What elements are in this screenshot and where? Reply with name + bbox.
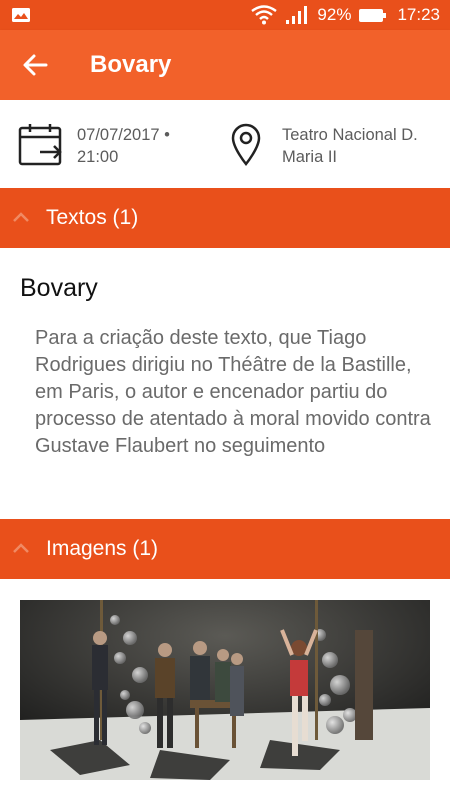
event-time-line: 21:00 [77, 148, 119, 166]
app-bar: Bovary [0, 30, 450, 100]
chevron-up-icon [13, 543, 29, 553]
battery-percent: 92% [317, 5, 352, 24]
status-bar: 92% 17:23 [0, 0, 450, 30]
event-info: 07/07/2017 • 21:00 Teatro Nacional D. Ma… [0, 100, 450, 188]
gallery-image[interactable] [20, 600, 430, 780]
event-date: 07/07/2017 • 21:00 [77, 124, 207, 168]
section-header-imagens[interactable]: Imagens (1) [0, 519, 450, 579]
signal-icon [286, 6, 308, 24]
calendar-icon [18, 124, 62, 166]
battery-icon [359, 8, 387, 22]
event-venue[interactable]: Teatro Nacional D. Maria II [282, 124, 442, 168]
page-title: Bovary [90, 51, 172, 78]
section-label: Textos (1) [46, 206, 139, 229]
venue-line: Teatro Nacional D. [282, 126, 418, 144]
status-right: 92% 17:23 [251, 0, 440, 30]
clock: 17:23 [397, 5, 440, 24]
text-item-excerpt[interactable]: Para a criação deste texto, que Tiago Ro… [35, 325, 435, 460]
location-pin-icon [231, 123, 261, 166]
section-header-textos[interactable]: Textos (1) [0, 188, 450, 248]
section-label: Imagens (1) [46, 537, 159, 560]
text-item-title[interactable]: Bovary [20, 274, 98, 303]
gallery-icon [12, 8, 30, 22]
event-date-line: 07/07/2017 • [77, 126, 170, 144]
chevron-up-icon [13, 212, 29, 222]
arrow-back-icon[interactable] [20, 50, 50, 80]
stage-photo [20, 600, 430, 780]
venue-line: Maria II [282, 148, 338, 166]
wifi-icon [251, 5, 278, 25]
